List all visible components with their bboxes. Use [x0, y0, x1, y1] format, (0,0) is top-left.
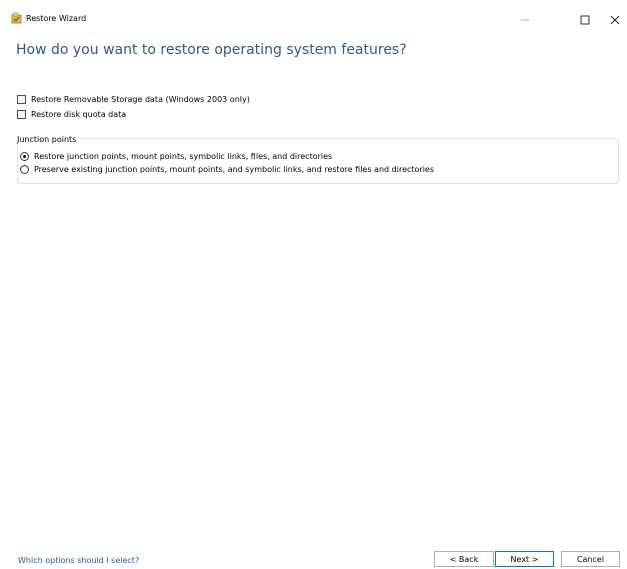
radio-selected-dot [23, 155, 26, 158]
restore-junction-points-radio[interactable] [20, 152, 29, 161]
close-icon [610, 15, 620, 25]
page-title: How do you want to restore operating sys… [16, 42, 407, 58]
minimize-icon [521, 19, 529, 21]
next-button[interactable]: Next > [495, 551, 554, 567]
preserve-junction-points-radio[interactable] [20, 165, 29, 174]
removable-storage-option[interactable]: Restore Removable Storage data (Windows … [17, 95, 250, 104]
removable-storage-label: Restore Removable Storage data (Windows … [31, 95, 250, 104]
maximize-icon [580, 15, 590, 25]
restore-wizard-window: Restore Wizard How do you want to restor… [8, 9, 627, 569]
window-title: Restore Wizard [26, 14, 87, 23]
close-button[interactable] [601, 9, 627, 31]
back-button[interactable]: < Back [434, 551, 494, 567]
disk-quota-label: Restore disk quota data [31, 110, 127, 119]
help-link[interactable]: Which options should I select? [18, 556, 139, 565]
junction-points-group [17, 138, 619, 184]
maximize-button[interactable] [571, 9, 599, 31]
restore-wizard-icon [11, 12, 22, 24]
removable-storage-checkbox[interactable] [17, 95, 26, 104]
preserve-junction-points-option[interactable]: Preserve existing junction points, mount… [20, 165, 434, 174]
disk-quota-option[interactable]: Restore disk quota data [17, 110, 126, 119]
cancel-button[interactable]: Cancel [561, 551, 620, 567]
preserve-junction-points-label: Preserve existing junction points, mount… [34, 165, 435, 174]
junction-points-group-label: Junction points [14, 135, 80, 144]
title-bar: Restore Wizard [8, 9, 627, 31]
restore-junction-points-option[interactable]: Restore junction points, mount points, s… [20, 152, 332, 161]
disk-quota-checkbox[interactable] [17, 110, 26, 119]
restore-junction-points-label: Restore junction points, mount points, s… [34, 152, 333, 161]
minimize-button[interactable] [511, 9, 539, 31]
